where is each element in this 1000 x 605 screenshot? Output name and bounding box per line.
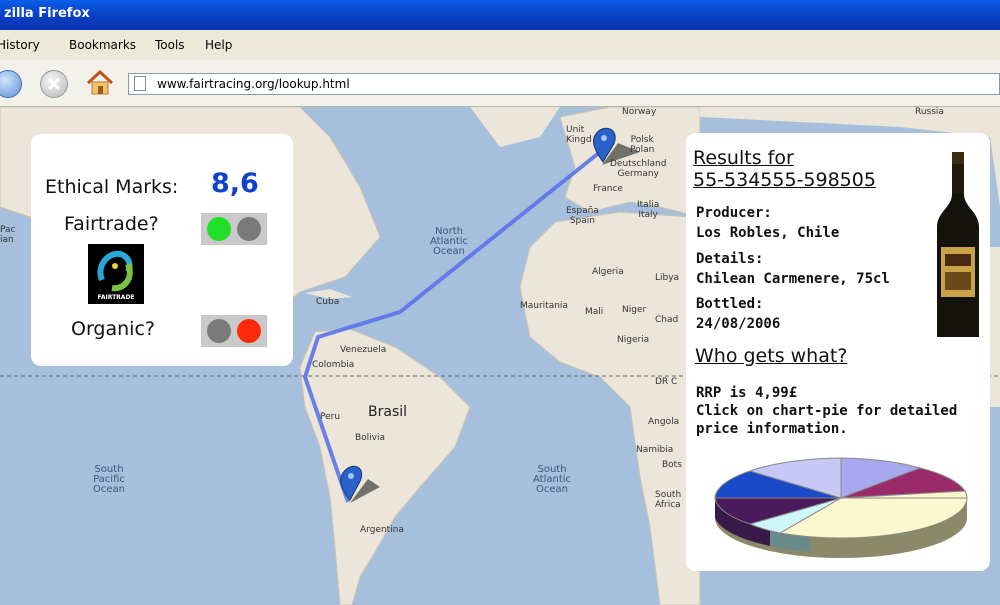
details-label: Details: — [696, 251, 764, 267]
map-label-brasil: Brasil — [368, 404, 408, 420]
map-label-pacific-edge: Pac ian — [0, 225, 16, 245]
navigation-toolbar: www.fairtracing.org/lookup.html — [0, 60, 1000, 107]
click-instruction-line1: Click on chart-pie for detailed — [696, 403, 958, 419]
map-label-niger: Niger — [622, 305, 647, 315]
results-panel: Results for 55-534555-598505 Producer: L… — [686, 133, 990, 571]
map-label-south-africa: South Africa — [655, 490, 682, 510]
organic-red-light — [237, 319, 261, 343]
map-label-argentina: Argentina — [360, 525, 404, 535]
map-label-venezuela: Venezuela — [340, 345, 387, 355]
home-icon — [86, 70, 114, 95]
menu-tools[interactable]: Tools — [155, 30, 185, 60]
home-button[interactable] — [86, 70, 114, 96]
back-button[interactable] — [0, 70, 22, 98]
fairtrade-logo: FAIRTRADE — [88, 244, 144, 304]
ethical-marks-label: Ethical Marks: — [45, 176, 179, 198]
map-label-botswana: Bots — [662, 460, 682, 470]
menu-help[interactable]: Help — [205, 30, 232, 60]
map-label-south-pacific: South Pacific Ocean — [93, 464, 125, 495]
map-label-espana: España Spain — [566, 206, 599, 226]
map-label-russia: Russia — [915, 107, 944, 117]
producer-label: Producer: — [696, 205, 772, 221]
map-label-dr-congo: DR C — [655, 377, 678, 387]
results-code: 55-534555-598505 — [693, 169, 876, 191]
land-greenland — [470, 107, 560, 147]
map-label-libya: Libya — [655, 273, 680, 283]
fairtrade-green-light — [207, 217, 231, 241]
map-label-colombia: Colombia — [312, 360, 355, 370]
fairtrade-logo-text: FAIRTRADE — [97, 294, 135, 301]
stop-icon — [47, 77, 61, 91]
map-label-mauritania: Mauritania — [520, 301, 568, 311]
map-label-angola: Angola — [648, 417, 680, 427]
map-label-france: France — [593, 184, 623, 194]
map-label-mali: Mali — [585, 307, 604, 317]
window-title: zilla Firefox — [4, 6, 90, 21]
wine-bottle-image — [937, 152, 979, 337]
map-label-north-atlantic: North Atlantic Ocean — [430, 226, 469, 257]
menu-bar: History Bookmarks Tools Help — [0, 30, 1000, 60]
menu-bookmarks[interactable]: Bookmarks — [69, 30, 136, 60]
map-label-bolivia: Bolivia — [355, 433, 386, 443]
map-label-namibia: Namibia — [636, 445, 674, 455]
results-title-line1: Results for — [693, 147, 794, 169]
map-label-peru: Peru — [320, 412, 341, 422]
fairtrade-label: Fairtrade? — [64, 213, 159, 235]
land-south-america — [299, 328, 471, 605]
organic-label: Organic? — [71, 318, 155, 340]
map-label-uk: Unit Kingd — [566, 125, 592, 145]
map-label-polska: Polsk Polan — [630, 135, 655, 155]
menu-history[interactable]: History — [0, 30, 40, 60]
address-bar[interactable]: www.fairtracing.org/lookup.html — [128, 73, 1000, 95]
results-title: Results for 55-534555-598505 — [693, 147, 876, 191]
fairtrade-off-light — [237, 217, 261, 241]
map-label-italia: Italia Italy — [637, 200, 660, 220]
rrp-text: RRP is 4,99£ — [696, 385, 798, 401]
map-label-algeria: Algeria — [592, 267, 624, 277]
organic-off-light — [207, 319, 231, 343]
land-east-edge — [990, 247, 1000, 407]
map-label-nigeria: Nigeria — [617, 335, 650, 345]
address-bar-url: www.fairtracing.org/lookup.html — [157, 77, 350, 91]
ethical-marks-value: 8,6 — [211, 168, 259, 199]
bottled-label: Bottled: — [696, 296, 764, 312]
page-icon — [134, 76, 146, 91]
bottled-value: 24/08/2006 — [696, 316, 781, 332]
click-instruction-line2: price information. — [696, 421, 848, 437]
map-label-chad: Chad — [655, 315, 679, 325]
ethical-info-panel: Ethical Marks: 8,6 Fairtrade? FAIRTRADE … — [31, 134, 293, 366]
producer-value: Los Robles, Chile — [696, 225, 840, 241]
details-value: Chilean Carmenere, 75cl — [696, 271, 890, 287]
map-label-cuba: Cuba — [316, 297, 340, 307]
price-pie-chart[interactable] — [710, 446, 972, 558]
fairtrade-indicator — [201, 213, 267, 245]
map-label-norway: Norway — [622, 107, 657, 117]
organic-indicator — [201, 315, 267, 347]
who-gets-what-heading: Who gets what? — [695, 345, 848, 367]
map-label-deutschland: Deutschland Germany — [610, 159, 667, 179]
stop-button[interactable] — [40, 70, 68, 98]
window-title-bar: zilla Firefox — [0, 0, 1000, 30]
map-label-south-atlantic: South Atlantic Ocean — [533, 464, 572, 495]
